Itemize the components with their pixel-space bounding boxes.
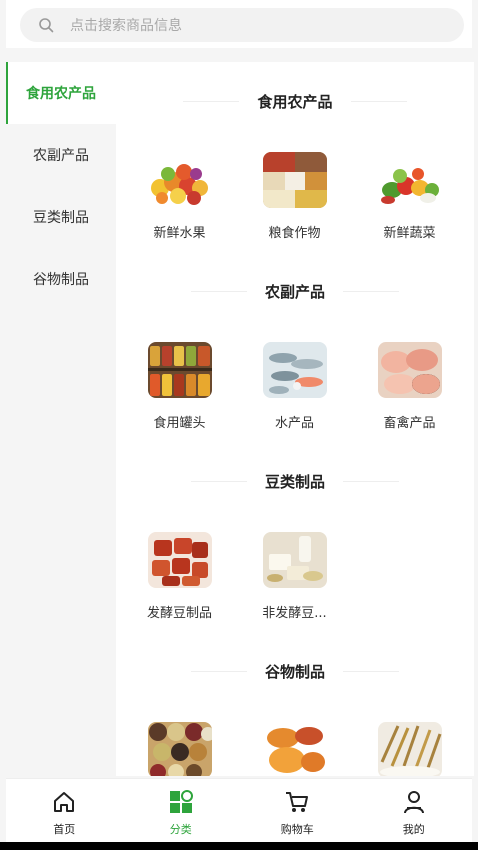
- section-title: 农副产品: [116, 252, 474, 330]
- beans-image: [147, 722, 212, 776]
- item-label: 水产品: [274, 416, 314, 431]
- product-grid: 食用罐头 水产品 畜禽产品: [116, 330, 474, 442]
- item-label: 畜禽产品: [383, 416, 436, 431]
- tab-label: 分类: [169, 823, 192, 836]
- search-box[interactable]: 点击搜索商品信息: [20, 8, 464, 42]
- divider: [343, 480, 399, 482]
- user-icon: [401, 789, 427, 815]
- category-icon: [168, 789, 194, 815]
- category-item-sweet-potato[interactable]: [237, 710, 352, 776]
- search-input[interactable]: 点击搜索商品信息: [70, 15, 182, 35]
- category-item-fruit[interactable]: 新鲜水果: [122, 140, 237, 252]
- item-label: 发酵豆制品: [146, 606, 212, 621]
- section-title: 食用农产品: [116, 62, 474, 140]
- item-label: 新鲜水果: [153, 226, 206, 241]
- category-item-fermented-bean[interactable]: 发酵豆制品: [122, 520, 237, 632]
- tab-profile[interactable]: 我的: [356, 779, 473, 842]
- home-icon: [51, 789, 77, 815]
- tofu-image: [262, 532, 327, 588]
- section-title: 豆类制品: [116, 442, 474, 520]
- category-item-nonfermented-bean[interactable]: 非发酵豆...: [237, 520, 352, 632]
- category-item-canned[interactable]: 食用罐头: [122, 330, 237, 442]
- divider: [350, 100, 407, 102]
- sweet-potato-image: [262, 722, 327, 776]
- app-screen: 点击搜索商品信息 食用农产品 农副产品 豆类制品 谷物制品 食用农产品 新鲜水果…: [0, 0, 478, 842]
- sidebar-item-edible-agri[interactable]: 食用农产品: [6, 62, 116, 124]
- divider: [343, 670, 399, 672]
- seafood-image: [262, 342, 327, 398]
- tab-category[interactable]: 分类: [123, 779, 240, 842]
- wheat-image: [377, 722, 442, 776]
- divider: [183, 100, 240, 102]
- product-grid: 发酵豆制品 非发酵豆...: [116, 520, 474, 632]
- tab-cart[interactable]: 购物车: [239, 779, 356, 842]
- canned-food-image: [147, 342, 212, 398]
- item-label: 新鲜蔬菜: [383, 226, 436, 241]
- section-title-text: 豆类制品: [264, 472, 325, 491]
- category-item-vegetable[interactable]: 新鲜蔬菜: [352, 140, 467, 252]
- product-grid: [116, 710, 474, 776]
- vegetable-image: [377, 152, 442, 208]
- category-content: 食用农产品 新鲜水果 粮食作物 新鲜蔬菜 农副产品 食用罐头 水产品 畜禽产品 …: [116, 62, 474, 776]
- product-grid: 新鲜水果 粮食作物 新鲜蔬菜: [116, 140, 474, 252]
- tab-label: 购物车: [280, 823, 314, 836]
- sidebar-item-grain-products[interactable]: 谷物制品: [6, 248, 116, 310]
- category-item-grain[interactable]: 粮食作物: [237, 140, 352, 252]
- tab-label: 首页: [53, 823, 76, 836]
- bottom-tab-bar: 首页 分类 购物车 我的: [6, 778, 472, 842]
- section-bean-products: 豆类制品 发酵豆制品 非发酵豆...: [116, 442, 474, 632]
- fruit-image: [147, 152, 212, 208]
- tab-home[interactable]: 首页: [6, 779, 123, 842]
- search-icon: [38, 17, 54, 33]
- fermented-tofu-image: [147, 532, 212, 588]
- divider: [190, 670, 247, 672]
- section-edible-agri: 食用农产品 新鲜水果 粮食作物 新鲜蔬菜: [116, 62, 474, 252]
- divider: [190, 480, 247, 482]
- tab-label: 我的: [402, 823, 425, 836]
- category-item-wheat[interactable]: [352, 710, 467, 776]
- section-title-text: 食用农产品: [257, 92, 333, 111]
- divider: [190, 290, 247, 292]
- search-bar: 点击搜索商品信息: [6, 0, 472, 48]
- divider: [343, 290, 399, 292]
- meat-image: [377, 342, 442, 398]
- sidebar-item-agri-byproducts[interactable]: 农副产品: [6, 124, 116, 186]
- grain-image: [262, 152, 327, 208]
- sidebar-item-bean-products[interactable]: 豆类制品: [6, 186, 116, 248]
- cart-icon: [284, 789, 310, 815]
- category-item-beans[interactable]: [122, 710, 237, 776]
- section-grain-products: 谷物制品: [116, 632, 474, 776]
- section-title: 谷物制品: [116, 632, 474, 710]
- item-label: 非发酵豆...: [262, 606, 327, 621]
- item-label: 粮食作物: [268, 226, 321, 241]
- section-title-text: 农副产品: [264, 282, 325, 301]
- category-item-seafood[interactable]: 水产品: [237, 330, 352, 442]
- category-sidebar: 食用农产品 农副产品 豆类制品 谷物制品: [6, 62, 116, 776]
- item-label: 食用罐头: [153, 416, 206, 431]
- section-agri-byproducts: 农副产品 食用罐头 水产品 畜禽产品: [116, 252, 474, 442]
- category-item-meat[interactable]: 畜禽产品: [352, 330, 467, 442]
- section-title-text: 谷物制品: [264, 662, 325, 681]
